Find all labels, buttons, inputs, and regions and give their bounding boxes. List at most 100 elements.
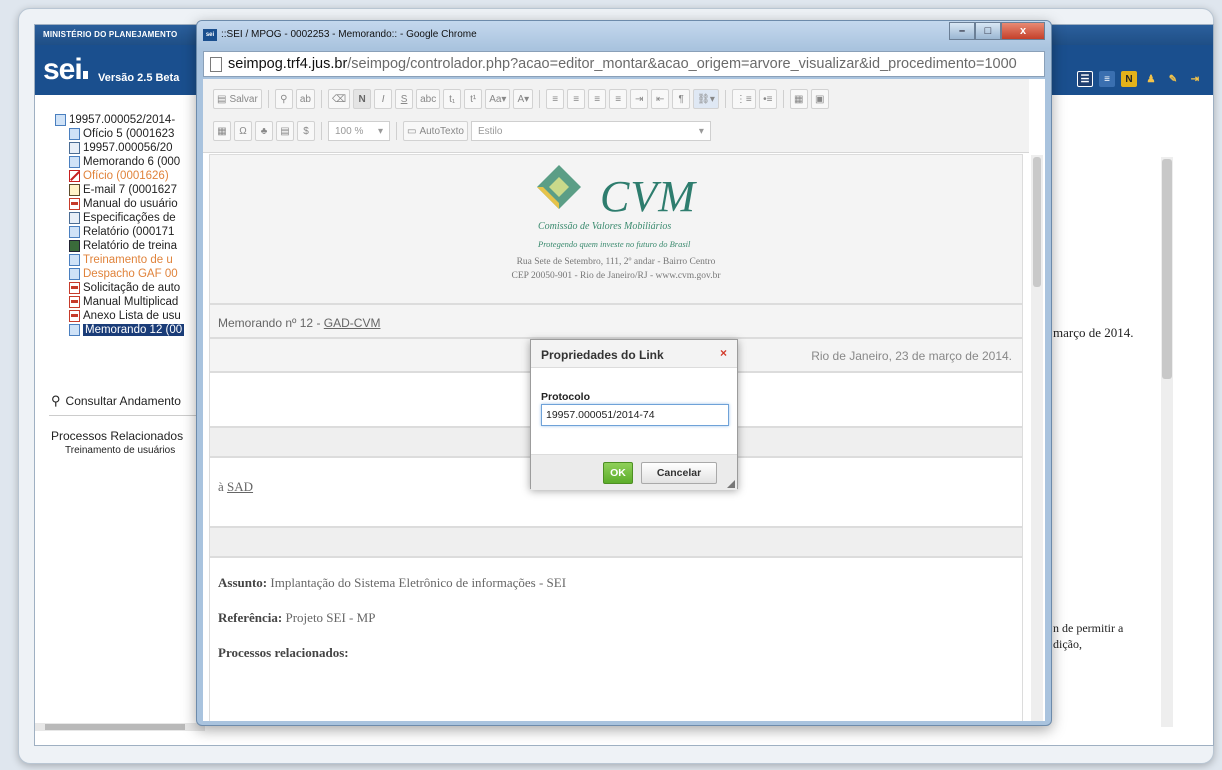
pdf-icon	[69, 282, 80, 294]
related-process-link[interactable]: Treinamento de usuários	[65, 445, 175, 456]
align-left-icon[interactable]: ≡	[546, 89, 565, 109]
people-icon[interactable]: ♣	[255, 121, 273, 141]
tree-item[interactable]: Treinamento de u	[69, 253, 173, 267]
paragraph-icon[interactable]: ¶	[672, 89, 691, 109]
superscript-icon[interactable]: t¹	[464, 89, 483, 109]
url-host: seimpog.trf4.jus.br	[228, 56, 348, 72]
save-icon: ▤	[217, 93, 227, 105]
cvm-address-line-2: CEP 20050-901 - Rio de Janeiro/RJ - www.…	[511, 271, 721, 281]
align-right-icon[interactable]: ≡	[588, 89, 607, 109]
sei-favicon: sei	[203, 29, 217, 41]
find-icon[interactable]: ⚲	[274, 89, 293, 109]
case-icon[interactable]: Aa▾	[485, 89, 511, 109]
tree-item[interactable]: Ofício (0001626)	[69, 169, 169, 183]
indent-icon[interactable]: ⇥	[630, 89, 649, 109]
memo-prefix: Memorando nº 12 -	[218, 316, 324, 330]
table-insert-icon[interactable]: ▦	[213, 121, 231, 141]
numbered-list-icon[interactable]: ⋮≡	[731, 89, 756, 109]
list-icon[interactable]: ≡	[1099, 71, 1115, 87]
minimize-button[interactable]: –	[949, 22, 975, 40]
main-vertical-scrollbar[interactable]	[1161, 157, 1173, 727]
tree-item[interactable]: E-mail 7 (0001627	[69, 183, 177, 197]
exit-icon[interactable]: ⇥	[1187, 71, 1203, 87]
tree-item-label: Relatório de treina	[83, 240, 177, 252]
subscript-icon[interactable]: t₁	[443, 89, 462, 109]
notes-icon[interactable]: N	[1121, 71, 1137, 87]
style-select[interactable]: Estilo ▾	[470, 121, 711, 141]
tree-item[interactable]: Solicitação de auto	[69, 281, 180, 295]
sei-logo[interactable]: sei	[43, 53, 88, 87]
pdf-icon	[69, 296, 80, 308]
tree-item[interactable]: Manual do usuário	[69, 197, 178, 211]
pdf-icon	[69, 198, 80, 210]
close-icon[interactable]: ×	[720, 346, 727, 360]
address-bar[interactable]: seimpog.trf4.jus.br/seimpog/controlador.…	[203, 51, 1045, 77]
menu-icon[interactable]: ☰	[1077, 71, 1093, 87]
cancel-button[interactable]: Cancelar	[641, 462, 717, 484]
resize-handle[interactable]	[727, 480, 735, 488]
replace-icon[interactable]: ab	[295, 89, 315, 109]
dollar-icon[interactable]: $	[297, 121, 315, 141]
maximize-button[interactable]: □	[975, 22, 1001, 40]
tree-item-selected[interactable]: Memorando 12 (00	[69, 323, 185, 337]
table-icon[interactable]: ▦	[789, 89, 808, 109]
bold-button[interactable]: N	[353, 89, 372, 109]
cvm-slogan: Protegendo quem investe no futuro do Bra…	[538, 239, 691, 249]
bulleted-list-icon[interactable]: •≡	[758, 89, 777, 109]
user-icon[interactable]: ♟	[1143, 71, 1159, 87]
window-controls: – □ x	[949, 22, 1045, 40]
strikethrough-icon[interactable]: abc	[416, 89, 441, 109]
tree-item[interactable]: Ofício 5 (0001623	[69, 127, 174, 141]
dialog-header[interactable]: Propriedades do Link ×	[531, 340, 737, 368]
tree-item[interactable]: Manual Multiplicad	[69, 295, 178, 309]
attached-process-icon	[69, 142, 80, 154]
dialog-title: Propriedades do Link	[541, 348, 664, 362]
document-vertical-scrollbar[interactable]	[1031, 155, 1043, 721]
document-icon	[69, 128, 80, 140]
justify-icon[interactable]: ≡	[609, 89, 628, 109]
italic-button[interactable]: I	[374, 89, 393, 109]
close-button[interactable]: x	[1001, 22, 1045, 40]
tree-item-label: Especificações de	[83, 212, 176, 224]
tree-item[interactable]: Relatório de treina	[69, 239, 177, 253]
tree-item[interactable]: Memorando 6 (000	[69, 155, 180, 169]
link-icon[interactable]: ⛓▾	[693, 89, 719, 109]
sei-logo-text: sei	[43, 53, 83, 86]
tree-item[interactable]: Despacho GAF 00	[69, 267, 178, 281]
protocol-input[interactable]	[541, 404, 729, 426]
save-button[interactable]: ▤ Salvar	[213, 89, 262, 109]
autotext-button[interactable]: ▭ AutoTexto	[403, 121, 468, 141]
ministry-label: MINISTÉRIO DO PLANEJAMENTO	[43, 30, 178, 39]
special-char-icon[interactable]: Ω	[234, 121, 252, 141]
tree-item[interactable]: Relatório (000171	[69, 225, 174, 239]
image-icon[interactable]: ▣	[810, 89, 829, 109]
outdent-icon[interactable]: ⇤	[651, 89, 670, 109]
document-icon	[69, 324, 80, 336]
tools-icon[interactable]: ✎	[1165, 71, 1181, 87]
color-icon[interactable]: A▾	[513, 89, 534, 109]
underline-button[interactable]: S	[395, 89, 414, 109]
sei-version: Versão 2.5 Beta	[98, 72, 180, 84]
consult-history-link[interactable]: ⚲ Consultar Andamento	[51, 393, 181, 409]
header-icons: ☰ ≡ N ♟ ✎ ⇥	[1077, 71, 1203, 87]
align-center-icon[interactable]: ≡	[567, 89, 586, 109]
tree-item[interactable]: Anexo Lista de usu	[69, 309, 181, 323]
tree-horizontal-scrollbar[interactable]	[35, 723, 205, 731]
tree-item-label: Despacho GAF 00	[83, 268, 178, 280]
tree-item[interactable]: Especificações de	[69, 211, 176, 225]
window-title: ::SEI / MPOG - 0002253 - Memorando:: - G…	[221, 29, 477, 40]
tree-item-label: Solicitação de auto	[83, 282, 181, 294]
tree-item[interactable]: 19957.000056/20	[69, 141, 173, 155]
chart-icon[interactable]: ▤	[276, 121, 294, 141]
subject-text: Implantação do Sistema Eletrônico de inf…	[270, 575, 567, 590]
zoom-select[interactable]: 100 % ▾	[328, 121, 390, 141]
ok-button[interactable]: OK	[603, 462, 633, 484]
destination-unit: SAD	[227, 479, 254, 494]
tree-process-root[interactable]: 19957.000052/2014-	[55, 113, 175, 127]
destination-prefix: à	[218, 479, 228, 494]
eraser-icon[interactable]: ⌫	[327, 89, 351, 109]
save-label: Salvar	[229, 93, 258, 105]
tree-item-label: E-mail 7 (0001627	[83, 184, 177, 196]
tree-item-label: 19957.000052/2014-	[69, 114, 176, 126]
chrome-title-bar[interactable]: sei ::SEI / MPOG - 0002253 - Memorando::…	[197, 21, 1051, 49]
